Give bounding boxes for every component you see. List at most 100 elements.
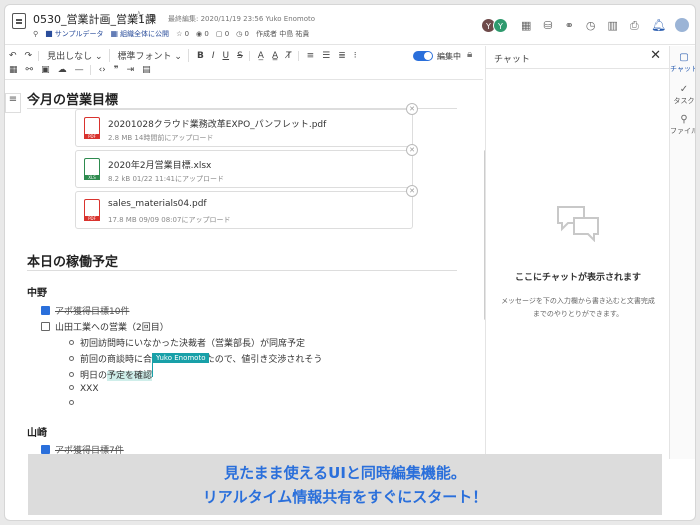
heading-select[interactable]: 見出しなし ⌄ [47,49,110,62]
editor-toolbar: ↶ ↷ 見出しなし ⌄ 標準フォント ⌄ B I U S A̲ A̳ T̸ ≡ … [5,46,483,80]
document-body[interactable]: 今月の営業目標 20201028クラウド業務改革EXPO_パンフレット.pdf … [5,81,483,459]
banner-line-2: リアルタイム情報共有をすぐにスタート！ [202,488,488,506]
font-select[interactable]: 標準フォント ⌄ [118,49,189,62]
link-icon[interactable]: ⚭ [565,19,574,33]
checkbox-checked[interactable] [41,306,50,315]
bullet-icon [69,372,74,377]
rail-label: タスク [673,97,695,105]
highlight-icon[interactable]: A̳ [272,51,278,61]
star-icon[interactable]: ☆ [133,9,145,24]
scope-label: 組織全体に公開 [120,30,170,38]
font-color-icon[interactable]: A̲ [258,51,264,61]
underline-button[interactable]: U [222,51,229,61]
file-meta: 17.8 MB 09/09 08:07にアップロード [108,216,231,224]
checklist-item[interactable]: 山田工業への営業（2回目） [41,320,169,333]
clear-format-icon[interactable]: T̸ [286,50,299,61]
bullet-icon [69,400,74,405]
cloud-upload-icon[interactable]: ☁ [58,65,67,75]
rail-item-task[interactable]: ✓ タスク [670,84,695,106]
banner-line-1: 見たまま使えるUIと同時編集機能。 [224,464,466,482]
document-meta: ⚲ ■ サンプルデータ ▦ 組織全体に公開 ☆ 0 ◉ 0 ▢ 0 ◷ 0 作成者 … [33,29,309,39]
strike-button[interactable]: S [237,50,250,61]
comment-count-value: 0 [224,30,230,38]
pin-icon[interactable]: ⚲ [33,30,38,38]
side-rail: ▢ チャット ✓ タスク ⚲ ファイル [669,46,696,459]
pdf-file-icon [84,199,100,221]
undo-icon[interactable]: ↶ [9,51,17,61]
list-item [69,399,80,409]
align-left-icon[interactable]: ≡ [307,51,315,61]
file-name[interactable]: 2020年2月営業目標.xlsx [108,158,211,171]
list-item-text: 明日の [80,371,108,381]
highlighted-text: 予定を確認 [107,371,153,381]
chat-title: チャット [494,55,530,65]
redo-icon[interactable]: ↷ [25,50,40,61]
view-count: ◉ 0 [196,30,209,38]
author-info: 作成者 中島 祐貴 [255,30,310,38]
image-icon[interactable]: ▣ [41,65,50,75]
close-icon[interactable]: ✕ [650,48,661,63]
print-icon[interactable]: ⎙ [630,19,639,33]
star-count: ☆ 0 [176,30,190,38]
list-item: 明日の予定を確認 [69,368,153,381]
toolbar-row-1: ↶ ↷ 見出しなし ⌄ 標準フォント ⌄ B I U S A̲ A̳ T̸ ≡ … [9,49,357,62]
rail-item-chat[interactable]: ▢ チャット [670,52,696,74]
pdf-file-icon [84,117,100,139]
folder-icon: ■ [45,29,53,38]
remove-attachment-icon[interactable]: ✕ [406,144,418,156]
table-icon[interactable]: ▦ [9,65,18,75]
file-attachment[interactable]: 2020年2月営業目標.xlsx 8.2 kB 01/22 11:41にアップロ… [75,144,418,188]
checklist-text: アポ獲得目標10件 [55,307,130,317]
checkbox-checked[interactable] [41,445,50,454]
remove-attachment-icon[interactable]: ✕ [406,103,418,115]
bold-button[interactable]: B [197,51,204,61]
file-name[interactable]: 20201028クラウド業務改革EXPO_パンフレット.pdf [108,117,326,130]
list-item: XXX [69,384,99,394]
trash-icon[interactable]: ▥ [607,19,617,33]
rail-item-file[interactable]: ⚲ ファイル [670,114,695,136]
bullet-icon [69,340,74,345]
heading-select-value: 見出しなし [47,52,93,62]
screenshot-frame: 0530_営業計画_営業1課 ☆ ⧉ 最終編集: 2020/11/19 23:5… [0,0,700,525]
bell-icon[interactable]: 🔔︎ [651,18,666,32]
template-icon[interactable]: ▤ [142,65,151,75]
code-icon[interactable]: ‹› [99,65,106,75]
history-icon[interactable]: ◷ [586,19,596,33]
remove-attachment-icon[interactable]: ✕ [406,185,418,197]
quote-icon[interactable]: ❞ [114,65,119,75]
edit-mode-label: 編集中 [437,52,461,61]
checklist-item[interactable]: アポ獲得目標10件 [41,304,129,317]
italic-button[interactable]: I [212,51,215,61]
file-attachment[interactable]: sales_materials04.pdf 17.8 MB 09/09 08:0… [75,185,418,229]
user-menu-icon[interactable] [675,18,689,32]
align-center-icon[interactable]: ☰ [322,51,330,61]
checkbox-unchecked[interactable] [41,322,50,331]
collaborator-cursor-label: Yuko Enomoto [153,353,209,363]
folder-link[interactable]: ■ サンプルデータ [45,29,103,39]
horizontal-rule-icon[interactable]: — [75,65,91,75]
align-right-icon[interactable]: ≣ [338,51,346,61]
star-count-value: 0 [184,30,190,38]
grid-icon[interactable]: ▦ [521,19,531,33]
edit-mode-toggle[interactable] [413,51,433,61]
building-icon: ▦ [110,29,119,38]
document-icon [12,13,26,29]
share-icon[interactable]: ⛁ [543,19,552,33]
copy-icon[interactable]: ⧉ [148,11,156,25]
scope-link[interactable]: ▦ 組織全体に公開 [111,29,170,39]
promo-banner: 見たまま使えるUIと同時編集機能。 リアルタイム情報共有をすぐにスタート！ [28,454,662,515]
list-item-text: XXX [80,384,99,394]
avatar[interactable]: Y [493,18,508,33]
file-attachment[interactable]: 20201028クラウド業務改革EXPO_パンフレット.pdf 2.8 MB 1… [75,103,418,147]
chat-divider [486,68,670,69]
link-insert-icon[interactable]: ⚯ [26,65,34,75]
file-meta: 8.2 kB 01/22 11:41にアップロード [108,175,225,183]
checklist-text: 山田工業への営業（2回目） [55,323,169,333]
list-icon[interactable]: ⁝ [354,51,357,61]
rail-label: チャット [670,65,696,73]
format-icon[interactable]: ⇥ [127,65,135,75]
lock-icon[interactable]: 🔒︎ [467,49,472,60]
file-name[interactable]: sales_materials04.pdf [108,199,207,209]
edit-count-value: 0 [244,30,249,38]
chat-empty-title: ここにチャットが表示されます [515,273,641,283]
